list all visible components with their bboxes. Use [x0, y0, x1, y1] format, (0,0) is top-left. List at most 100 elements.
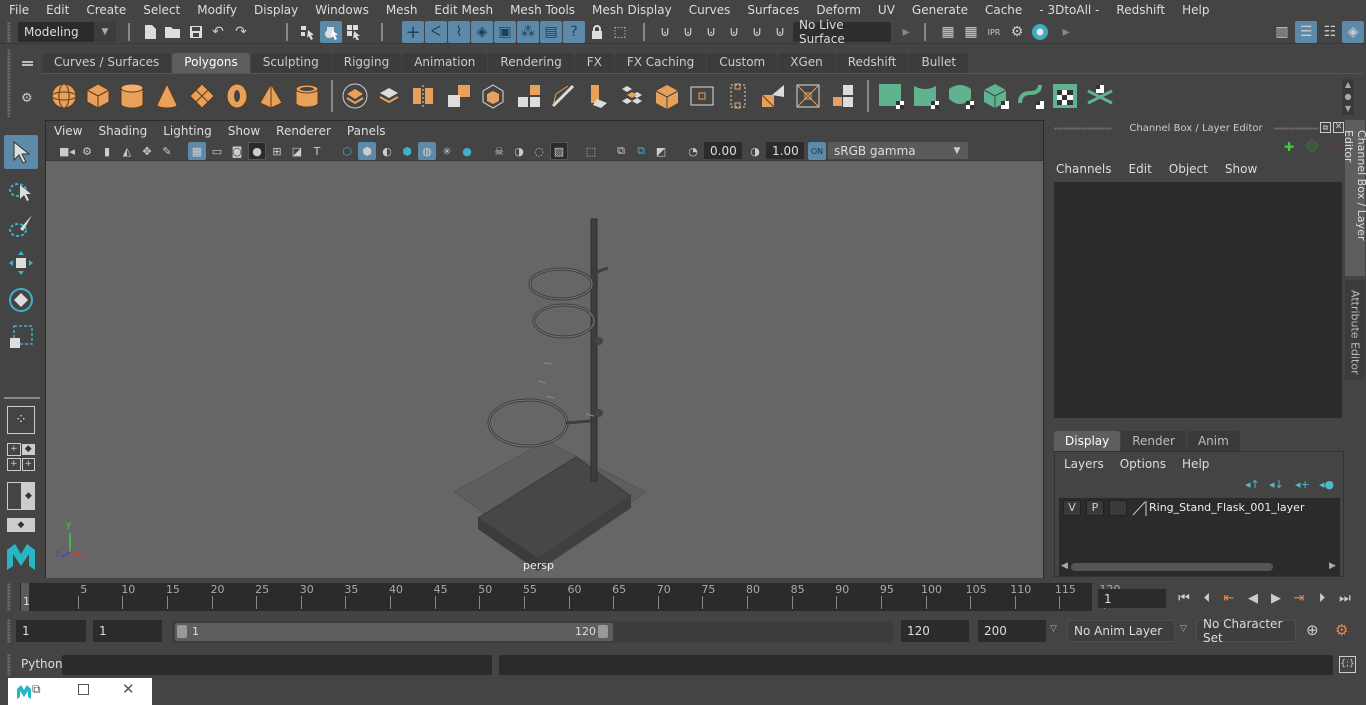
four-view-layout-button[interactable]: + ◆ + + [7, 443, 35, 471]
select-by-component-icon[interactable] [343, 21, 365, 43]
menu-deform[interactable]: Deform [807, 3, 869, 17]
time-slider[interactable]: 1 5 10 15 20 25 30 35 40 45 50 55 60 65 70 75 80 85 90 95 1… [20, 583, 1121, 611]
scroll-right-icon[interactable]: ▶ [1329, 561, 1336, 571]
snap-to-point-icon[interactable]: ⌇ [448, 21, 470, 43]
scrollbar-thumb[interactable] [1071, 563, 1273, 571]
script-editor-icon[interactable]: {;} [1339, 656, 1356, 673]
tab-custom[interactable]: Custom [707, 53, 778, 73]
render-settings-icon[interactable]: ⚙ [1006, 21, 1028, 43]
menu-windows[interactable]: Windows [306, 3, 377, 17]
animation-preferences-icon[interactable]: ⚙ [1335, 621, 1348, 639]
viewport-menu-panels[interactable]: Panels [339, 124, 394, 138]
persp-graph-layout-button[interactable]: ◆ [7, 518, 35, 532]
poly-torus-icon[interactable] [222, 81, 252, 111]
scene-start-field[interactable]: 1 [16, 620, 86, 642]
menu-mesh-display[interactable]: Mesh Display [583, 3, 680, 17]
uv-unfold-icon[interactable] [1016, 81, 1046, 111]
float-panel-icon[interactable]: ⧉ [1320, 122, 1331, 133]
tab-xgen[interactable]: XGen [778, 53, 835, 73]
auto-key-icon[interactable]: ⊕ [1306, 621, 1319, 639]
paint-select-tool[interactable] [4, 209, 38, 243]
drag-handle[interactable] [7, 654, 11, 676]
cb-menu-show[interactable]: Show [1225, 162, 1257, 176]
field-chart-icon[interactable]: ⊞ [268, 142, 286, 160]
playback-start-field[interactable]: 1 [93, 620, 162, 642]
select-tool[interactable] [4, 135, 38, 169]
viewport-menu-renderer[interactable]: Renderer [268, 124, 339, 138]
layer-row[interactable]: V P Ring_Stand_Flask_001_layer [1059, 498, 1340, 518]
layer-tab-display[interactable]: Display [1054, 431, 1121, 451]
step-back-frame-button[interactable]: ⇤ [1219, 589, 1239, 607]
mirror-icon[interactable] [828, 81, 858, 111]
gamma-field[interactable]: 1.00 [766, 142, 804, 159]
gate-mask-icon[interactable]: ● [248, 142, 266, 160]
menu-display[interactable]: Display [245, 3, 306, 17]
anim-layer-chevron-icon[interactable]: ▽ [1050, 624, 1057, 634]
menu-cache[interactable]: Cache [976, 3, 1030, 17]
2d-pan-zoom-icon[interactable]: ✥ [138, 142, 156, 160]
grease-pencil-icon[interactable]: ✎ [158, 142, 176, 160]
tab-redshift[interactable]: Redshift [835, 53, 909, 73]
snap-point-magnet-icon[interactable]: ⊍ [700, 21, 722, 43]
bridge-icon[interactable] [617, 81, 647, 111]
attribute-editor-icon[interactable]: ☰ [1295, 21, 1317, 43]
snap-grid-magnet-icon[interactable]: ⊍ [654, 21, 676, 43]
poly-cube-icon[interactable] [83, 81, 113, 111]
move-tool[interactable] [4, 246, 38, 280]
character-set-chevron-icon[interactable]: ▽ [1180, 624, 1187, 634]
viewport-menu-lighting[interactable]: Lighting [155, 124, 220, 138]
viewport-menu-show[interactable]: Show [220, 124, 268, 138]
tab-animation[interactable]: Animation [402, 53, 488, 73]
lasso-tool[interactable] [4, 173, 38, 207]
poly-sphere-icon[interactable] [49, 81, 79, 111]
expand-arrow-icon[interactable]: ▸ [1055, 21, 1077, 43]
menu-modify[interactable]: Modify [188, 3, 245, 17]
menu-uv[interactable]: UV [869, 3, 903, 17]
tab-rigging[interactable]: Rigging [331, 53, 402, 73]
play-forwards-button[interactable]: ▶ [1266, 589, 1286, 607]
tab-sculpting[interactable]: Sculpting [250, 53, 331, 73]
hypershade-icon[interactable] [1029, 21, 1051, 43]
layer-playback-toggle[interactable]: P [1086, 500, 1104, 516]
step-forward-key-button[interactable]: ⏵ [1312, 589, 1332, 607]
grid-icon[interactable]: ▦ [188, 142, 206, 160]
play-backwards-button[interactable]: ◀ [1243, 589, 1263, 607]
select-tool-options-icon[interactable]: ⬚ [609, 21, 631, 43]
channel-box-icon[interactable]: ◈ [1342, 21, 1364, 43]
anti-aliasing-icon[interactable]: ◑ [510, 142, 528, 160]
character-set-dropdown[interactable]: No Character Set [1196, 617, 1296, 645]
merge-icon[interactable] [793, 81, 823, 111]
tab-fx-caching[interactable]: FX Caching [614, 53, 707, 73]
range-slider[interactable]: 1 120 [172, 621, 894, 643]
step-forward-frame-button[interactable]: ⇥ [1289, 589, 1309, 607]
uv-cylindrical-icon[interactable] [911, 81, 941, 111]
undo-icon[interactable]: ↶ [207, 21, 229, 43]
history-icon[interactable]: ▤ [540, 21, 562, 43]
camera-attributes-icon[interactable]: ⚙ [78, 142, 96, 160]
safe-action-icon[interactable]: ◪ [288, 142, 306, 160]
snap-to-projected-center-icon[interactable]: ⁂ [517, 21, 539, 43]
drag-handle[interactable] [7, 583, 11, 611]
bool-icon[interactable] [478, 81, 508, 111]
lock-icon[interactable] [586, 21, 608, 43]
layer-menu-help[interactable]: Help [1182, 457, 1209, 471]
poly-plane-icon[interactable] [187, 81, 217, 111]
command-input[interactable] [62, 655, 492, 675]
shelf-tabs-menu-icon[interactable] [22, 61, 33, 66]
layer-menu-options[interactable]: Options [1120, 457, 1166, 471]
color-management-toggle[interactable]: ON [808, 142, 826, 160]
shelf-scroll[interactable]: ▲ ● ▼ [1342, 79, 1354, 115]
snap-to-grid-icon[interactable]: + [402, 21, 424, 43]
snap-to-view-plane-icon[interactable]: ◈ [471, 21, 493, 43]
snap-view-magnet-icon[interactable]: ⊍ [723, 21, 745, 43]
resolution-gate-icon[interactable]: ◙ [228, 142, 246, 160]
channel-list[interactable] [1054, 182, 1342, 418]
help-icon[interactable]: ? [563, 21, 585, 43]
select-by-object-icon[interactable] [320, 21, 342, 43]
film-gate-icon[interactable]: ▭ [208, 142, 226, 160]
shadows-icon[interactable]: ✳ [438, 142, 456, 160]
poly-pyramid-icon[interactable] [256, 81, 286, 111]
tab-fx[interactable]: FX [574, 53, 614, 73]
snap-live-magnet-icon[interactable]: ⊍ [769, 21, 791, 43]
snap-to-curve-icon[interactable]: ᐸ [425, 21, 447, 43]
